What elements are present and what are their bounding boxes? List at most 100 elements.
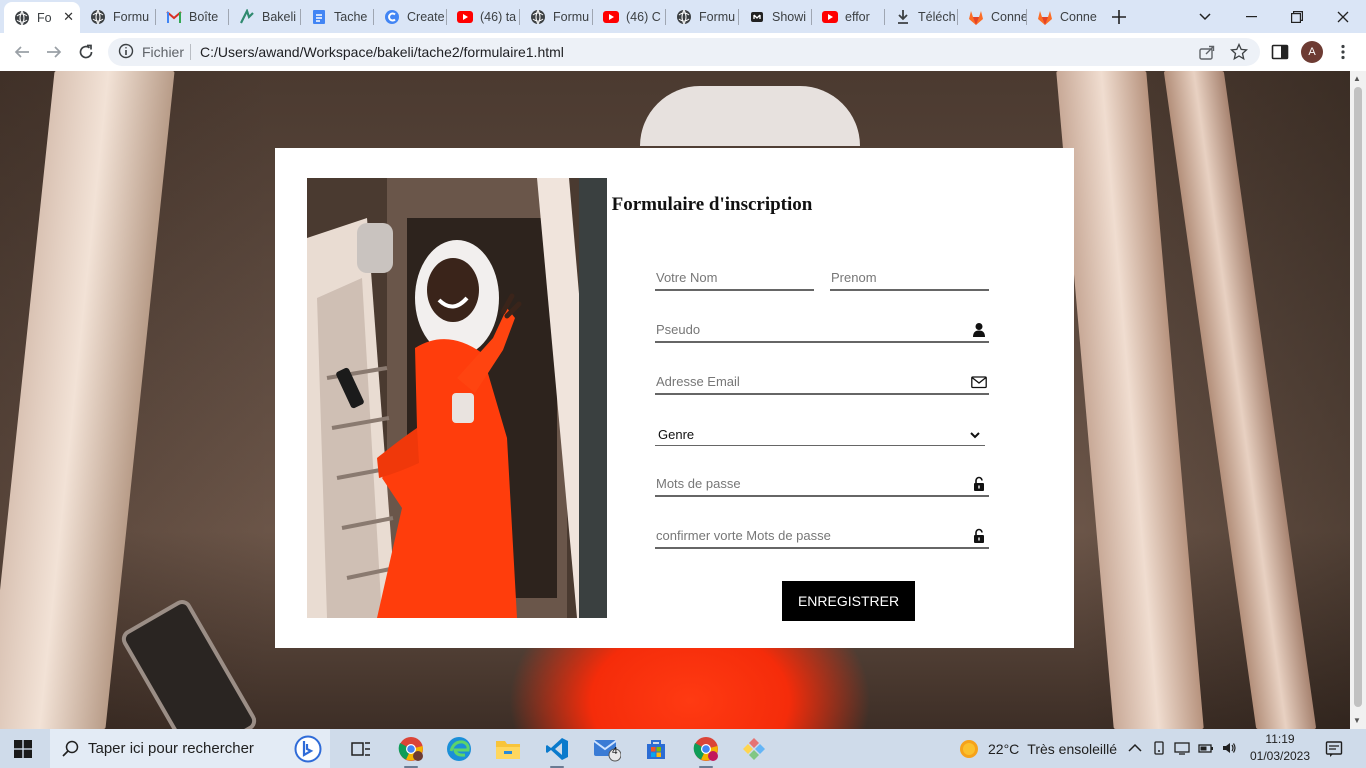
volume-icon[interactable]: [1221, 740, 1237, 756]
chrome-icon: [693, 737, 718, 761]
globe-icon: [90, 9, 106, 25]
tab-12[interactable]: Téléch: [885, 4, 957, 30]
forward-button[interactable]: [38, 33, 70, 71]
youtube-icon: [603, 9, 619, 25]
star-icon[interactable]: [1230, 43, 1248, 61]
pseudo-placeholder: Pseudo: [656, 322, 701, 337]
gitlab-icon: [1037, 9, 1053, 25]
device-icon[interactable]: [1151, 740, 1167, 756]
password-field[interactable]: Mots de passe: [655, 475, 989, 497]
url-text[interactable]: C:/Users/awand/Workspace/bakeli/tache2/f…: [200, 44, 564, 60]
search-icon: [62, 740, 79, 757]
address-bar[interactable]: Fichier C:/Users/awand/Workspace/bakeli/…: [108, 38, 1260, 66]
tab-title: Conne: [991, 10, 1026, 24]
scroll-up-icon[interactable]: ▲: [1353, 74, 1361, 83]
taskbar-clock[interactable]: 11:19 01/03/2023: [1246, 731, 1314, 765]
tab-2[interactable]: Boîte: [156, 4, 228, 30]
pseudo-field[interactable]: Pseudo: [655, 321, 989, 343]
genre-select[interactable]: Genre: [655, 425, 985, 446]
scroll-thumb[interactable]: [1354, 87, 1362, 707]
email-field[interactable]: Adresse Email: [655, 373, 989, 395]
tab-14[interactable]: Conne: [1027, 4, 1097, 30]
network-icon[interactable]: [1174, 740, 1190, 756]
nom-placeholder: Votre Nom: [656, 270, 718, 285]
register-button[interactable]: ENREGISTRER: [782, 581, 915, 621]
tab-title: Create: [407, 10, 445, 24]
taskbar-search[interactable]: Taper ici pour rechercher: [50, 729, 330, 768]
form-title: Formulaire d'inscription: [611, 194, 813, 215]
tab-title: Formu: [553, 10, 590, 24]
tab-title: Bakeli: [262, 10, 297, 24]
mail-badge: 4: [612, 746, 618, 757]
email-placeholder: Adresse Email: [656, 374, 740, 389]
page-scrollbar[interactable]: ▲ ▼: [1350, 71, 1366, 729]
scroll-down-icon[interactable]: ▼: [1353, 716, 1361, 725]
canva-icon: [384, 9, 400, 25]
envelope-icon: [971, 376, 987, 389]
tab-9[interactable]: Formu: [666, 4, 738, 30]
new-tab-button[interactable]: [1104, 0, 1134, 33]
globe-icon: [530, 9, 546, 25]
tab-10[interactable]: Showi: [739, 4, 811, 30]
chevron-down-icon: [970, 432, 980, 439]
task-view-button[interactable]: [346, 734, 376, 764]
tab-1[interactable]: Formu: [80, 4, 154, 30]
taskbar-file-explorer[interactable]: [493, 734, 523, 764]
tab-11[interactable]: effor: [812, 4, 884, 30]
tab-13[interactable]: Conne: [958, 4, 1026, 30]
bing-icon[interactable]: [294, 735, 322, 763]
windows-start-icon[interactable]: [14, 740, 32, 758]
taskbar-edge[interactable]: [444, 734, 474, 764]
battery-icon[interactable]: [1198, 740, 1214, 756]
tab-7[interactable]: Formu: [520, 4, 592, 30]
vscode-icon: [546, 738, 568, 760]
globe-icon: [676, 9, 692, 25]
lock-icon: [974, 528, 984, 543]
taskbar-git-app[interactable]: [739, 734, 769, 764]
profile-avatar[interactable]: A: [1301, 41, 1323, 63]
restore-icon: [1291, 10, 1303, 23]
share-icon[interactable]: [1198, 43, 1216, 61]
tab-title: (46) C: [626, 10, 661, 24]
photo-illustration: [307, 178, 607, 618]
arrow-left-icon: [14, 46, 29, 58]
taskbar-mail[interactable]: 4: [592, 734, 622, 764]
tab-0[interactable]: Fo ✕: [4, 2, 80, 33]
weather-widget[interactable]: 22°C Très ensoleillé: [958, 729, 1117, 768]
reload-button[interactable]: [70, 33, 102, 71]
tab-8[interactable]: (46) C: [593, 4, 665, 30]
back-button[interactable]: [6, 33, 38, 71]
taskbar-store[interactable]: [641, 734, 671, 764]
notification-icon[interactable]: [1325, 740, 1343, 758]
task-view-icon: [351, 742, 370, 756]
restore-button[interactable]: [1274, 0, 1320, 33]
tab-5[interactable]: Create: [374, 4, 446, 30]
close-window-button[interactable]: [1320, 0, 1366, 33]
minimize-button[interactable]: [1228, 0, 1274, 33]
tab-4[interactable]: Tache: [301, 4, 373, 30]
close-icon: [1337, 11, 1349, 22]
clock-time: 11:19: [1265, 732, 1295, 746]
arrow-right-icon: [47, 46, 62, 58]
close-tab-icon[interactable]: ✕: [63, 9, 74, 25]
prenom-field[interactable]: Prenom: [830, 269, 989, 291]
tab-3[interactable]: Bakeli: [229, 4, 301, 30]
taskbar-chrome-profile[interactable]: [691, 734, 721, 768]
tab-title: (46) ta: [480, 10, 517, 24]
plus-icon: [1112, 9, 1126, 24]
weather-temp: 22°C: [988, 740, 1020, 757]
background-phone: [118, 596, 260, 729]
tab-search-button[interactable]: [1190, 0, 1220, 33]
nom-field[interactable]: Votre Nom: [655, 269, 814, 291]
info-icon[interactable]: [118, 43, 134, 59]
side-panel-icon[interactable]: [1271, 43, 1289, 61]
confirm-password-field[interactable]: confirmer vorte Mots de passe: [655, 527, 989, 549]
chevron-down-icon: [1199, 12, 1211, 20]
confirm-password-placeholder: confirmer vorte Mots de passe: [656, 528, 831, 543]
taskbar-chrome[interactable]: [396, 734, 426, 768]
chevron-up-icon[interactable]: [1127, 740, 1143, 756]
scheme-label: Fichier: [142, 44, 185, 60]
tab-6[interactable]: (46) ta: [447, 4, 519, 30]
taskbar-vscode[interactable]: [542, 734, 572, 768]
more-menu-icon[interactable]: [1334, 43, 1352, 61]
